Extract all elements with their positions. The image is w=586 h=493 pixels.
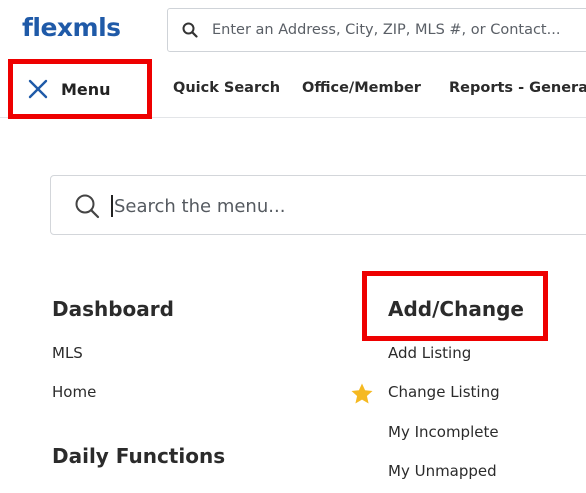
- search-icon: [75, 194, 100, 219]
- flexmls-logo[interactable]: flexmls: [22, 13, 121, 42]
- menu-item-mls[interactable]: MLS: [52, 344, 83, 362]
- menu-item-change-listing[interactable]: Change Listing: [388, 383, 500, 401]
- global-search-input[interactable]: [212, 19, 586, 41]
- menu-label: Menu: [61, 80, 111, 99]
- menu-item-my-unmapped[interactable]: My Unmapped: [388, 462, 497, 480]
- top-bar: flexmls: [0, 0, 586, 58]
- menu-search-input[interactable]: [114, 193, 586, 219]
- nav-link-reports-general[interactable]: Reports - General: [449, 80, 586, 96]
- search-icon: [182, 22, 198, 38]
- menu-item-my-incomplete[interactable]: My Incomplete: [388, 423, 499, 441]
- section-title-dashboard: Dashboard: [52, 297, 174, 321]
- menu-close-button[interactable]: Menu: [8, 59, 152, 119]
- star-icon[interactable]: [350, 382, 374, 406]
- section-title-daily-functions: Daily Functions: [52, 444, 226, 468]
- text-caret: [111, 195, 113, 217]
- global-search-box[interactable]: [167, 8, 586, 52]
- nav-link-office-member[interactable]: Office/Member: [302, 80, 421, 96]
- section-title-add-change: Add/Change: [388, 297, 524, 321]
- nav-link-quick-search[interactable]: Quick Search: [173, 80, 280, 96]
- menu-item-home[interactable]: Home: [52, 383, 96, 401]
- menu-search-box[interactable]: [50, 175, 586, 235]
- menu-item-add-listing[interactable]: Add Listing: [388, 344, 471, 362]
- close-icon: [28, 79, 48, 99]
- nav-bar: Menu Quick Search Office/Member Reports …: [0, 58, 586, 119]
